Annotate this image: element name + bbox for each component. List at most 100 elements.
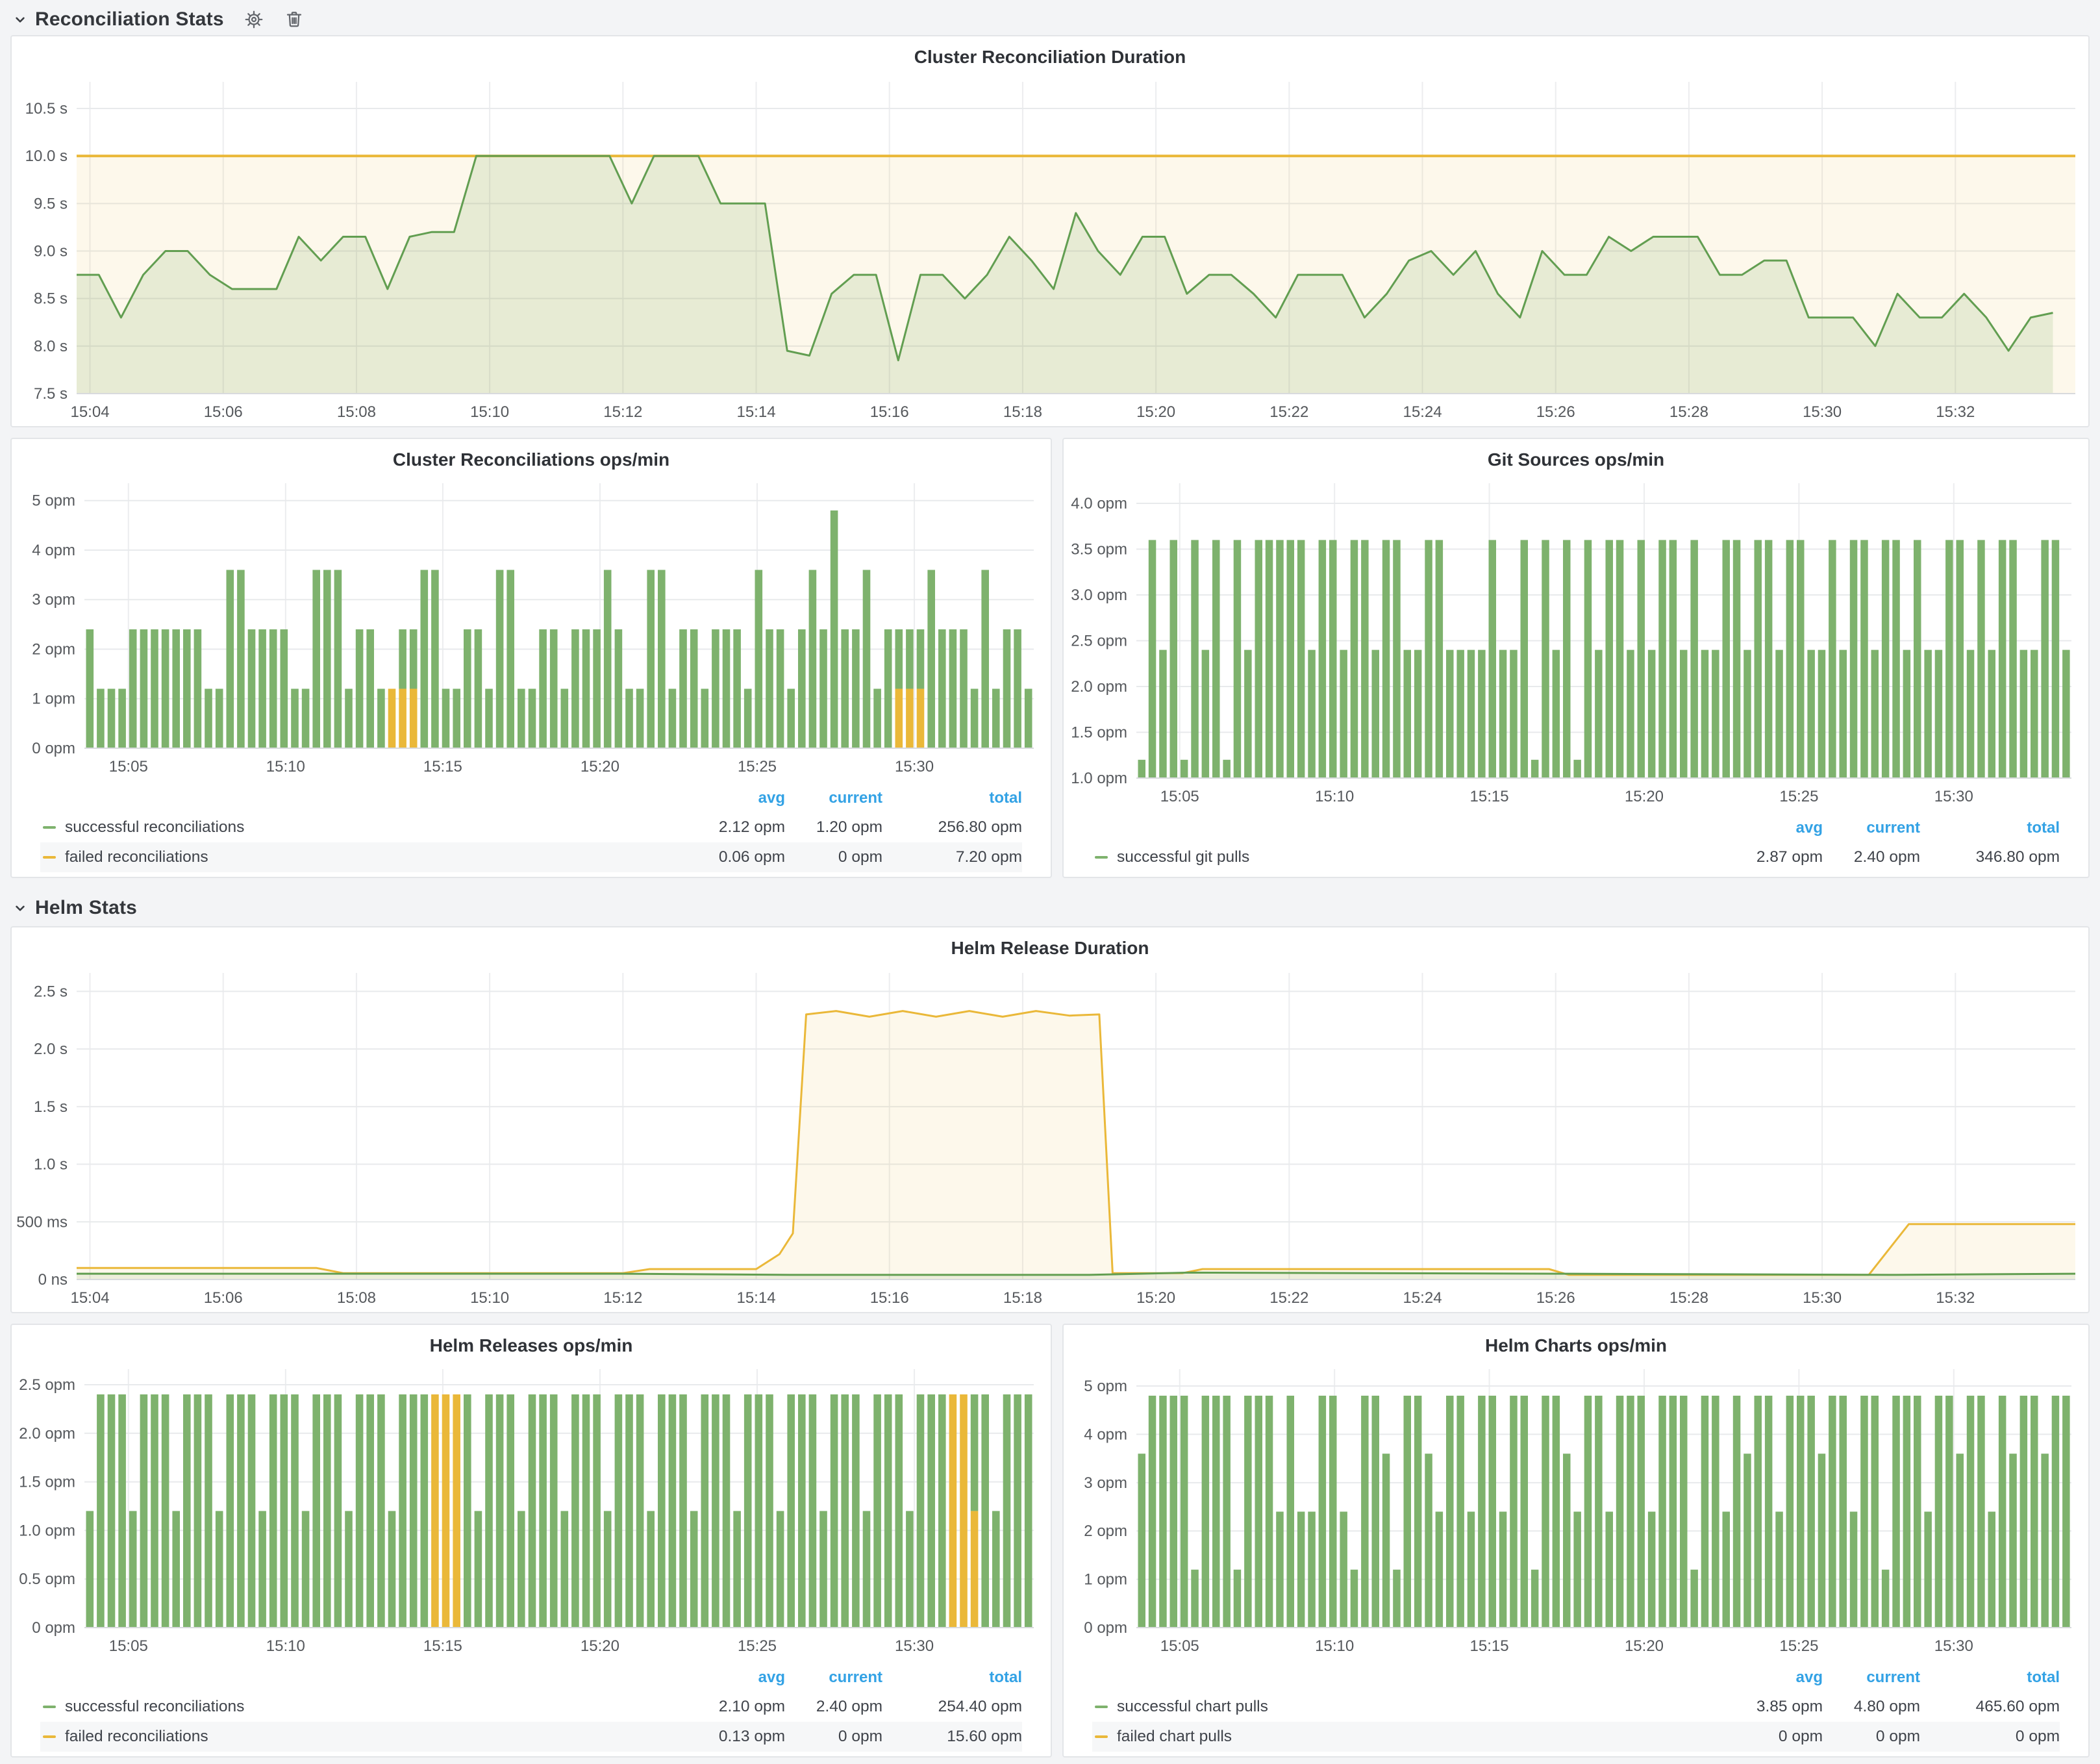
trash-icon[interactable] <box>284 9 305 30</box>
svg-text:15:20: 15:20 <box>581 1637 619 1655</box>
svg-text:1.5 opm: 1.5 opm <box>1071 724 1127 742</box>
legend-col-avg[interactable]: avg <box>1706 1669 1823 1687</box>
panel-title[interactable]: Helm Charts ops/min <box>1064 1325 2088 1359</box>
legend-col-avg[interactable]: avg <box>668 1669 785 1687</box>
legend-row: failed reconciliations 0.13 opm 0 opm 15… <box>40 1722 1022 1752</box>
panel-title[interactable]: Cluster Reconciliation Duration <box>12 36 2088 70</box>
series-avg: 2.87 opm <box>1706 848 1823 866</box>
legend-col-total[interactable]: total <box>1920 1669 2060 1687</box>
legend-col-avg[interactable]: avg <box>668 789 785 807</box>
svg-text:15:32: 15:32 <box>1936 1289 1975 1307</box>
series-color-dash <box>43 826 56 829</box>
section-title[interactable]: Reconciliation Stats <box>35 8 224 31</box>
svg-text:15:04: 15:04 <box>70 1289 109 1307</box>
helm-charts-opm-chart[interactable]: 15:0515:1015:1515:2015:2515:300 opm1 opm… <box>1064 1359 2088 1663</box>
svg-text:15:12: 15:12 <box>603 403 642 421</box>
svg-text:15:25: 15:25 <box>738 758 777 775</box>
legend-col-avg[interactable]: avg <box>1706 819 1823 837</box>
svg-text:0.5 opm: 0.5 opm <box>19 1570 75 1588</box>
svg-text:4 opm: 4 opm <box>32 542 75 559</box>
svg-text:15:10: 15:10 <box>1315 788 1354 805</box>
svg-text:15:25: 15:25 <box>1779 788 1818 805</box>
series-label[interactable]: failed reconciliations <box>65 848 208 866</box>
section-header-helm-stats: Helm Stats <box>10 890 2090 926</box>
panel-title[interactable]: Cluster Reconciliations ops/min <box>12 439 1051 473</box>
panel-helm-releases-opm: Helm Releases ops/min 15:0515:1015:1515:… <box>10 1324 1052 1758</box>
series-color-dash <box>43 1706 56 1708</box>
series-total: 254.40 opm <box>882 1698 1022 1716</box>
series-avg: 0 opm <box>1706 1728 1823 1746</box>
cluster-reconciliations-opm-chart[interactable]: 15:0515:1015:1515:2015:2515:300 opm1 opm… <box>12 473 1051 784</box>
chevron-down-icon[interactable] <box>12 11 29 28</box>
chevron-down-icon[interactable] <box>12 900 29 916</box>
svg-text:15:16: 15:16 <box>870 403 909 421</box>
svg-text:15:30: 15:30 <box>895 758 934 775</box>
svg-text:9.0 s: 9.0 s <box>34 242 68 260</box>
series-avg: 0.06 opm <box>668 848 785 866</box>
series-label[interactable]: failed reconciliations <box>65 1728 208 1746</box>
legend-col-total[interactable]: total <box>882 789 1022 807</box>
series-total: 465.60 opm <box>1920 1698 2060 1716</box>
svg-text:15:30: 15:30 <box>1934 1637 1973 1655</box>
panel-git-sources-opm: Git Sources ops/min 15:0515:1015:1515:20… <box>1062 438 2090 878</box>
series-avg: 2.10 opm <box>668 1698 785 1716</box>
series-label[interactable]: successful reconciliations <box>65 818 244 837</box>
svg-text:15:22: 15:22 <box>1269 1289 1308 1307</box>
series-color-dash <box>43 1735 56 1738</box>
section-title[interactable]: Helm Stats <box>35 897 137 919</box>
panel-cluster-reconciliation-duration: Cluster Reconciliation Duration 15:04 15:… <box>10 35 2090 427</box>
panel-helm-release-duration: Helm Release Duration 15:0415:0615:0815:… <box>10 926 2090 1313</box>
helm-releases-opm-chart[interactable]: 15:0515:1015:1515:2015:2515:300 opm0.5 o… <box>12 1359 1051 1663</box>
svg-text:15:10: 15:10 <box>470 403 509 421</box>
svg-text:2.5 opm: 2.5 opm <box>1071 633 1127 650</box>
legend-col-current[interactable]: current <box>785 1669 882 1687</box>
series-current: 2.40 opm <box>785 1698 882 1716</box>
panel-title[interactable]: Helm Release Duration <box>12 927 2088 961</box>
svg-text:15:18: 15:18 <box>1003 1289 1042 1307</box>
svg-text:1 opm: 1 opm <box>32 690 75 708</box>
svg-text:15:15: 15:15 <box>1470 1637 1509 1655</box>
svg-text:15:30: 15:30 <box>1803 403 1842 421</box>
git-sources-opm-chart[interactable]: 15:0515:1015:1515:2015:2515:301.0 opm1.5… <box>1064 473 2088 814</box>
svg-text:9.5 s: 9.5 s <box>34 195 68 212</box>
svg-text:15:10: 15:10 <box>470 1289 509 1307</box>
legend-col-total[interactable]: total <box>1920 819 2060 837</box>
svg-text:500 ms: 500 ms <box>16 1213 68 1231</box>
series-total: 0 opm <box>1920 1728 2060 1746</box>
svg-text:15:20: 15:20 <box>1136 1289 1175 1307</box>
svg-text:5 opm: 5 opm <box>1084 1378 1127 1395</box>
cluster-reconciliation-duration-chart[interactable]: 15:0415:0615:0815:1015:1215:1415:1615:18… <box>12 70 2088 429</box>
svg-text:15:15: 15:15 <box>423 1637 462 1655</box>
series-color-dash <box>1095 1735 1108 1738</box>
series-color-dash <box>1095 1706 1108 1708</box>
legend-col-total[interactable]: total <box>882 1669 1022 1687</box>
legend: avg current total successful reconciliat… <box>12 1663 1051 1759</box>
svg-text:15:05: 15:05 <box>1160 788 1199 805</box>
svg-text:2.5 opm: 2.5 opm <box>19 1376 75 1394</box>
legend-col-current[interactable]: current <box>1823 1669 1920 1687</box>
legend-col-current[interactable]: current <box>785 789 882 807</box>
svg-text:15:04: 15:04 <box>70 403 109 421</box>
panel-title[interactable]: Helm Releases ops/min <box>12 1325 1051 1359</box>
svg-text:15:20: 15:20 <box>581 758 619 775</box>
legend-header: avg current total <box>40 784 1022 813</box>
svg-text:15:20: 15:20 <box>1136 403 1175 421</box>
legend-col-current[interactable]: current <box>1823 819 1920 837</box>
series-label[interactable]: successful git pulls <box>1117 848 1249 866</box>
helm-release-duration-chart[interactable]: 15:0415:0615:0815:1015:1215:1415:1615:18… <box>12 961 2088 1315</box>
legend-row: successful git pulls 2.87 opm 2.40 opm 3… <box>1092 842 2060 872</box>
gear-icon[interactable] <box>244 9 264 30</box>
svg-text:4 opm: 4 opm <box>1084 1426 1127 1443</box>
svg-text:2.0 s: 2.0 s <box>34 1040 68 1058</box>
series-label[interactable]: successful reconciliations <box>65 1698 244 1716</box>
series-label[interactable]: successful chart pulls <box>1117 1698 1268 1716</box>
series-label[interactable]: failed chart pulls <box>1117 1728 1232 1746</box>
panel-helm-charts-opm: Helm Charts ops/min 15:0515:1015:1515:20… <box>1062 1324 2090 1758</box>
svg-text:1 opm: 1 opm <box>1084 1571 1127 1589</box>
series-current: 0 opm <box>785 1728 882 1746</box>
svg-text:15:06: 15:06 <box>204 403 243 421</box>
panel-title[interactable]: Git Sources ops/min <box>1064 439 2088 473</box>
svg-text:15:26: 15:26 <box>1536 403 1575 421</box>
series-total: 7.20 opm <box>882 848 1022 866</box>
panel-cluster-reconciliations-opm: Cluster Reconciliations ops/min 15:0515:… <box>10 438 1052 878</box>
